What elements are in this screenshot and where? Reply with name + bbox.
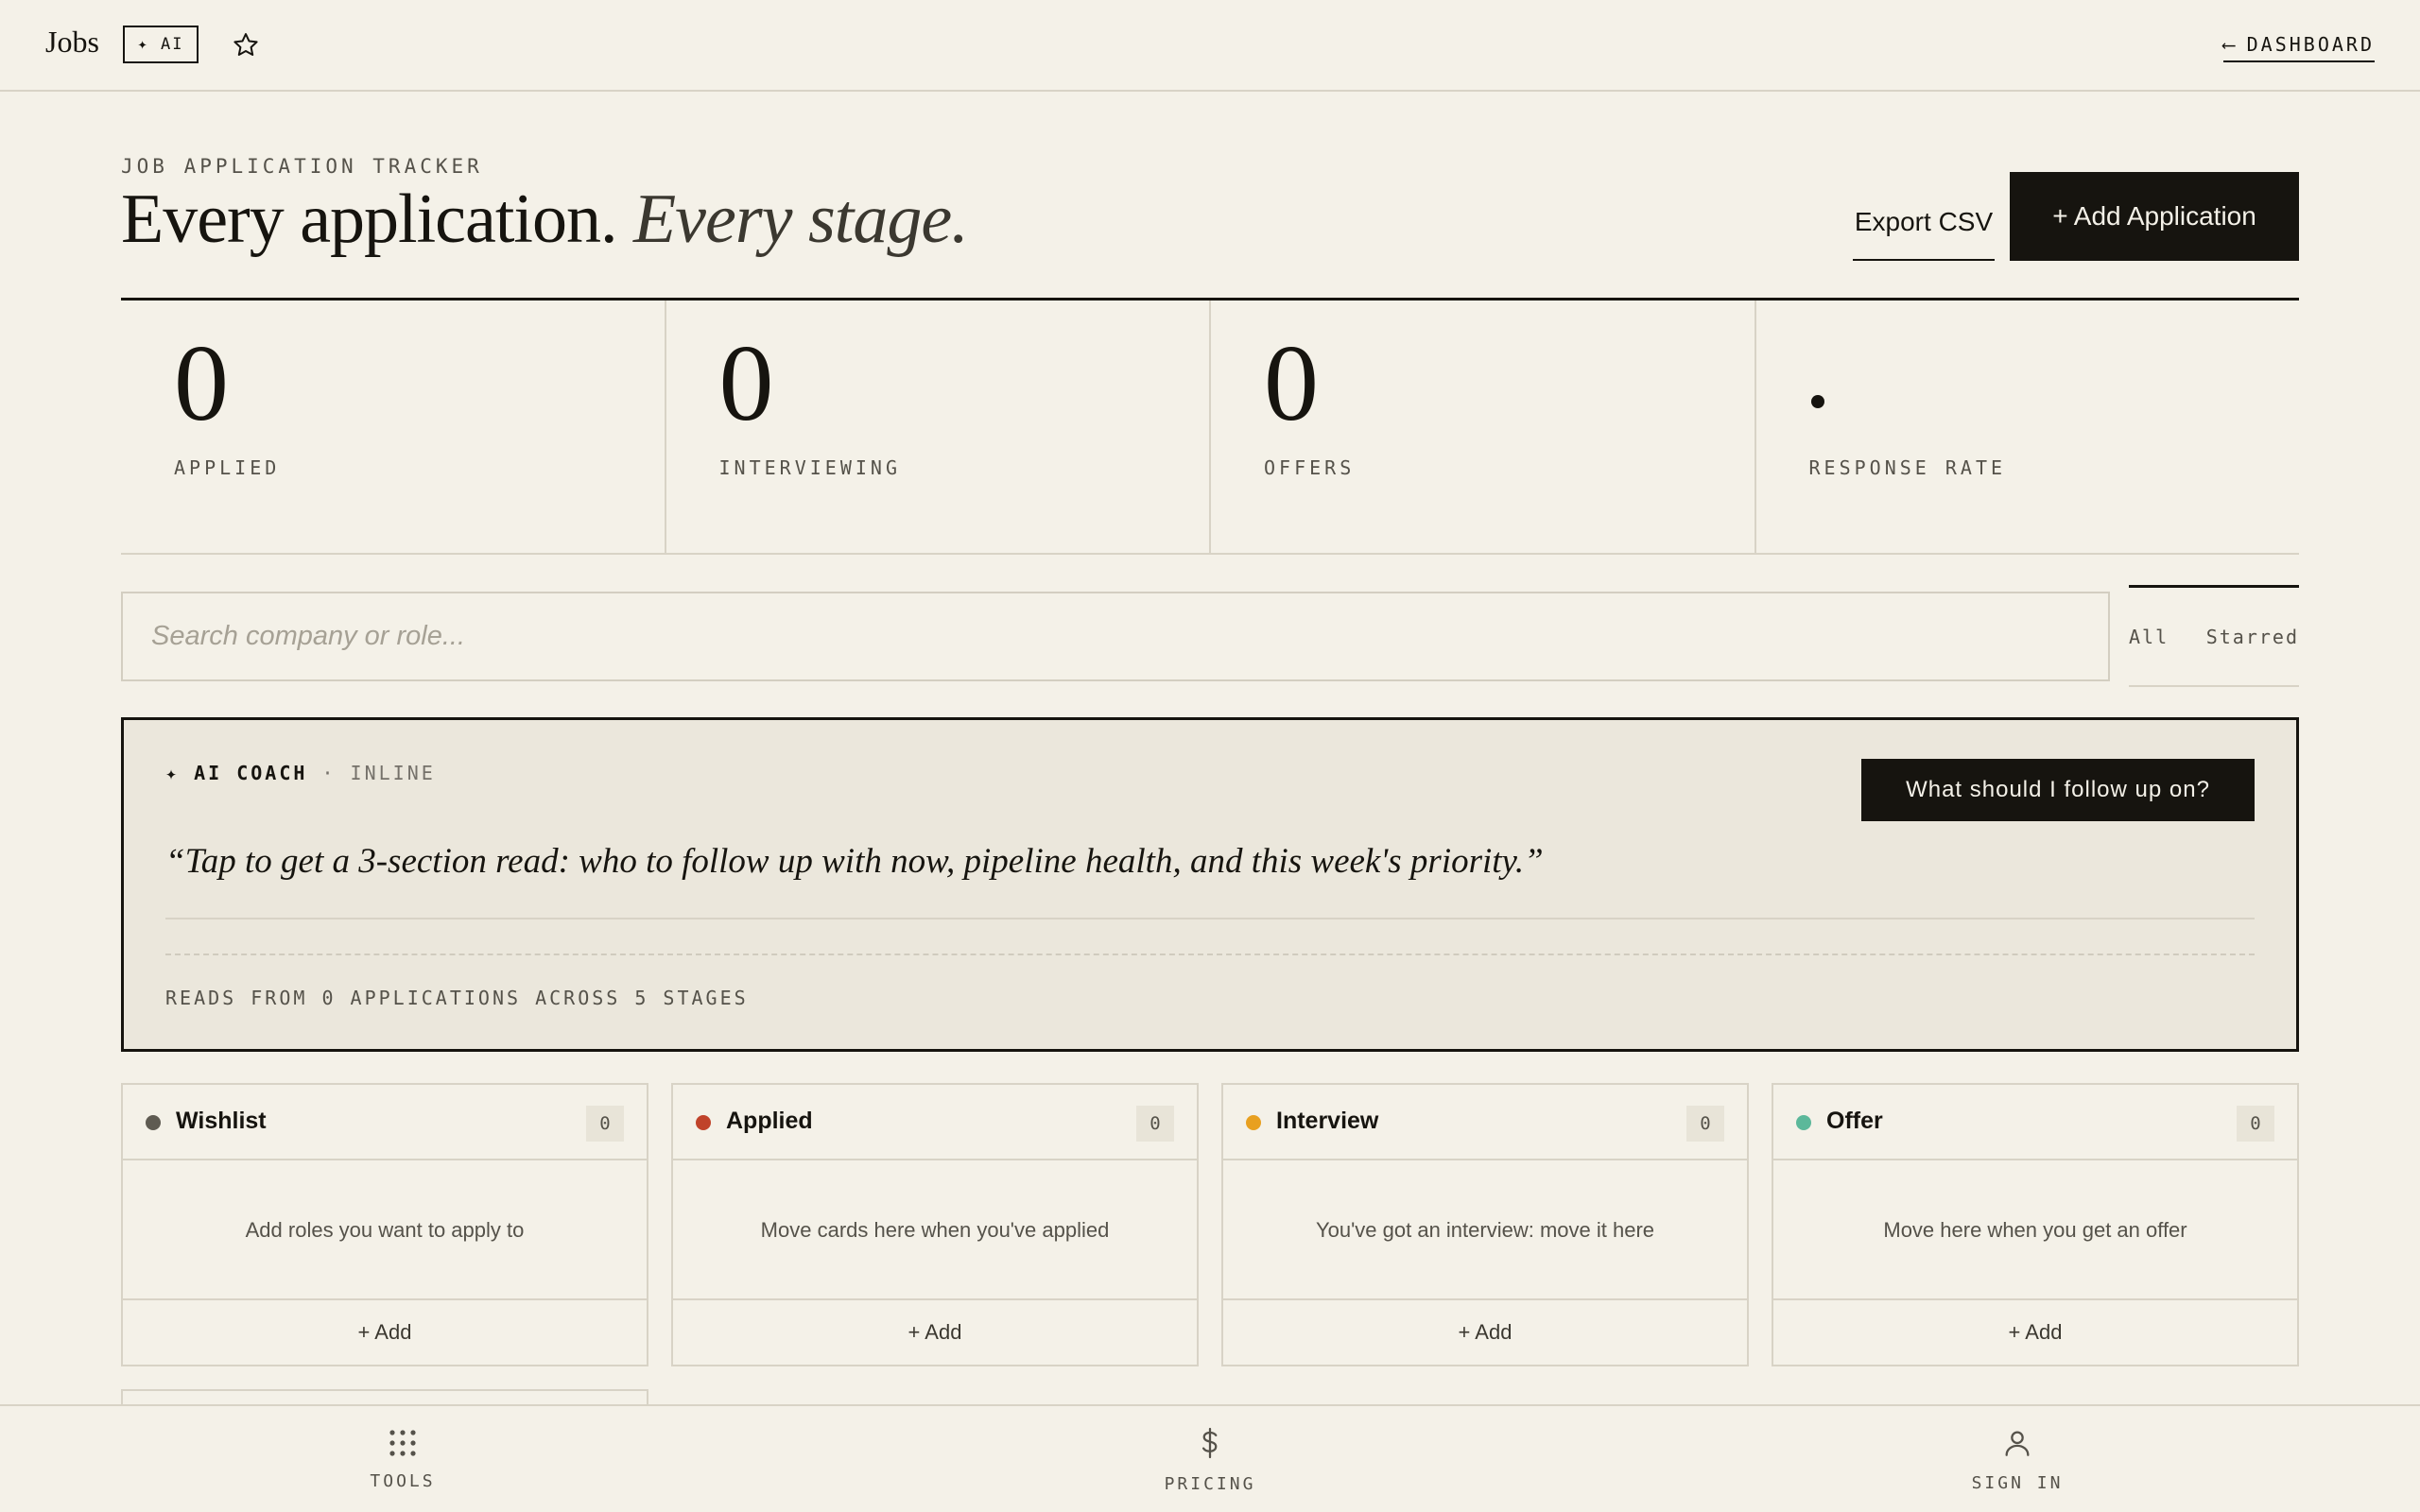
column-header: Interview 0	[1223, 1085, 1747, 1160]
dashboard-link-label: DASHBOARD	[2246, 33, 2375, 56]
column-add-button[interactable]: + Add	[123, 1298, 647, 1365]
user-icon	[2001, 1427, 2033, 1464]
stat-placeholder-dot	[1810, 395, 1824, 408]
column-empty-text: Move here when you get an offer	[1883, 1218, 2187, 1242]
nav-tools-label: TOOLS	[370, 1471, 436, 1491]
app-title: Jobs	[45, 25, 99, 59]
nav-pricing-label: PRICING	[1164, 1474, 1256, 1494]
column-count-badge: 0	[2237, 1106, 2274, 1142]
ai-coach-tag-strong: ✦ AI COACH	[165, 762, 308, 784]
page-title: Every application. Every stage.	[121, 180, 969, 260]
stat-value: 0	[174, 323, 229, 444]
dollar-icon	[1196, 1426, 1224, 1465]
column-add-button[interactable]: + Add	[673, 1298, 1197, 1365]
column-header: Offer 0	[1773, 1085, 2297, 1160]
status-dot	[146, 1115, 161, 1130]
dashboard-link[interactable]: ⟵ DASHBOARD	[2222, 28, 2375, 62]
column-interview: Interview 0 You've got an interview: mov…	[1221, 1083, 1749, 1366]
stats-row: 0 APPLIED 0 INTERVIEWING 0 OFFERS RESPON…	[121, 298, 2299, 555]
add-application-button[interactable]: + Add Application	[2010, 172, 2299, 261]
column-count-badge: 0	[1686, 1106, 1724, 1142]
star-icon[interactable]	[231, 30, 261, 60]
page-title-italic: Every stage.	[632, 180, 969, 258]
divider	[165, 918, 2255, 919]
column-add-button[interactable]: + Add	[1773, 1298, 2297, 1365]
filter-tabs: All Starred	[2129, 585, 2299, 687]
stat-label: APPLIED	[174, 456, 281, 479]
filter-starred[interactable]: Starred	[2206, 626, 2299, 648]
stat-value: 0	[1264, 323, 1319, 444]
column-title: Applied	[726, 1108, 813, 1134]
search-box	[121, 592, 2110, 681]
export-csv-button[interactable]: Export CSV	[1853, 185, 1995, 261]
status-dot	[696, 1115, 711, 1130]
status-dot	[1796, 1115, 1811, 1130]
search-input[interactable]	[151, 621, 2108, 652]
column-header: Applied 0	[673, 1085, 1197, 1160]
page-eyebrow: JOB APPLICATION TRACKER	[121, 155, 483, 178]
nav-pricing[interactable]: PRICING	[1115, 1406, 1305, 1512]
nav-sign-in[interactable]: SIGN IN	[1923, 1406, 2112, 1512]
ai-coach-footer: READS FROM 0 APPLICATIONS ACROSS 5 STAGE…	[165, 987, 749, 1009]
filter-all[interactable]: All	[2129, 626, 2169, 648]
top-bar: Jobs ✦ AI ⟵ DASHBOARD	[0, 0, 2420, 92]
stat-label: INTERVIEWING	[718, 456, 901, 479]
stat-label: RESPONSE RATE	[1808, 456, 2007, 479]
column-add-button[interactable]: + Add	[1223, 1298, 1747, 1365]
column-empty-text: You've got an interview: move it here	[1315, 1218, 1655, 1242]
ai-badge[interactable]: ✦ AI	[123, 26, 199, 63]
column-title: Interview	[1276, 1108, 1379, 1134]
bottom-nav: TOOLS PRICING SIGN IN	[0, 1404, 2420, 1512]
stat-label: OFFERS	[1264, 456, 1356, 479]
arrow-left-icon: ⟵	[2222, 33, 2238, 56]
ai-coach-panel: ✦ AI COACH · INLINE What should I follow…	[121, 717, 2299, 1052]
column-title: Wishlist	[176, 1108, 267, 1134]
column-title: Offer	[1826, 1108, 1883, 1134]
stat-value: 0	[718, 323, 774, 444]
column-empty-text: Add roles you want to apply to	[245, 1218, 525, 1242]
follow-up-button[interactable]: What should I follow up on?	[1861, 759, 2255, 821]
column-count-badge: 0	[1136, 1106, 1174, 1142]
dashed-divider	[165, 954, 2255, 955]
nav-sign-in-label: SIGN IN	[1971, 1473, 2064, 1493]
column-count-badge: 0	[586, 1106, 624, 1142]
ai-coach-tag: ✦ AI COACH · INLINE	[165, 762, 436, 784]
stat-offers: 0 OFFERS	[1211, 301, 1756, 553]
grid-icon	[389, 1429, 417, 1462]
ai-coach-quote[interactable]: “Tap to get a 3-section read: who to fol…	[165, 841, 1544, 882]
column-offer: Offer 0 Move here when you get an offer …	[1772, 1083, 2299, 1366]
column-applied: Applied 0 Move cards here when you've ap…	[671, 1083, 1199, 1366]
stat-applied: 0 APPLIED	[121, 301, 666, 553]
column-empty-text: Move cards here when you've applied	[760, 1218, 1110, 1242]
stat-response-rate: RESPONSE RATE	[1756, 301, 2300, 553]
column-header: Wishlist 0	[123, 1085, 647, 1160]
stat-interviewing: 0 INTERVIEWING	[666, 301, 1211, 553]
status-dot	[1246, 1115, 1261, 1130]
column-wishlist: Wishlist 0 Add roles you want to apply t…	[121, 1083, 648, 1366]
page-title-main: Every application.	[121, 180, 617, 258]
ai-coach-tag-rest: · INLINE	[321, 762, 436, 784]
nav-tools[interactable]: TOOLS	[308, 1406, 497, 1512]
